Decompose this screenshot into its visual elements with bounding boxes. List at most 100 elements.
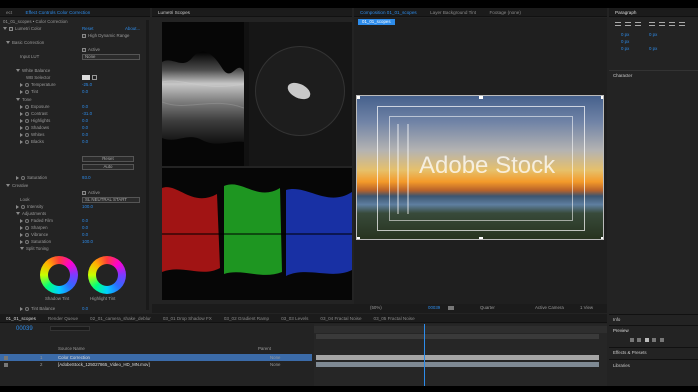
stopwatch-icon[interactable]: [25, 111, 29, 116]
tab-left-stub[interactable]: ect: [0, 8, 18, 16]
timeline-tab[interactable]: 03_01 Drop Shadow FX: [157, 314, 218, 322]
camera-snapshot-icon[interactable]: [448, 306, 454, 310]
expand-icon[interactable]: [20, 118, 23, 123]
stopwatch-icon[interactable]: [25, 139, 29, 144]
layer-parent[interactable]: None: [270, 361, 281, 368]
basic-correction-row[interactable]: Basic Correction: [6, 40, 44, 46]
layer-row[interactable]: 2 [AdobeStock_125027865_Video_HD_MN.mov] N…: [0, 361, 312, 368]
tone-item-value[interactable]: 0.0: [82, 132, 88, 138]
eye-icon[interactable]: [4, 356, 8, 360]
expand-icon[interactable]: [20, 232, 23, 237]
space-after-value[interactable]: 0 px: [649, 46, 657, 52]
expand-icon[interactable]: [20, 218, 23, 223]
stopwatch-icon[interactable]: [25, 306, 29, 311]
wb-color-swatch[interactable]: [82, 75, 90, 80]
temperature-value[interactable]: -25.0: [82, 82, 92, 88]
expand-icon[interactable]: [20, 247, 24, 251]
timeline-timecode[interactable]: 00039: [16, 325, 33, 333]
viewer-timecode[interactable]: 00039: [428, 305, 440, 311]
info-panel-title[interactable]: Info: [613, 317, 620, 323]
tint-value[interactable]: 0.0: [82, 89, 88, 95]
zoom-level[interactable]: (50%): [370, 305, 382, 311]
timeline-tab[interactable]: 03_04 Fractal Noise: [314, 314, 367, 322]
stopwatch-icon[interactable]: [21, 204, 25, 209]
layer-handle[interactable]: [357, 96, 360, 99]
indent-left-value[interactable]: 0 px: [621, 32, 629, 38]
intensity-value[interactable]: 100.0: [82, 204, 93, 210]
timeline-tab[interactable]: 03_02 Gradient Ramp: [218, 314, 275, 322]
justify-all-icon[interactable]: [679, 22, 685, 26]
adjustments-row[interactable]: Adjustments: [16, 211, 46, 217]
expand-icon[interactable]: [20, 225, 23, 230]
tab-paragraph[interactable]: Paragraph: [609, 8, 642, 16]
tone-auto-button[interactable]: Auto: [82, 164, 134, 170]
tone-item-value[interactable]: 0.0: [82, 104, 88, 110]
split-toning-row[interactable]: Split Toning: [20, 246, 49, 252]
eye-icon[interactable]: [4, 363, 8, 367]
stopwatch-icon[interactable]: [25, 218, 29, 223]
expand-icon[interactable]: [16, 98, 20, 102]
playhead[interactable]: [424, 324, 425, 386]
shadow-tint-wheel[interactable]: [40, 256, 78, 294]
align-center-icon[interactable]: [625, 22, 631, 26]
expand-icon[interactable]: [16, 69, 20, 73]
layer-handle[interactable]: [601, 237, 603, 239]
space-before-value[interactable]: 0 px: [621, 46, 629, 52]
tint-balance-value[interactable]: 0.0: [82, 306, 88, 312]
expand-icon[interactable]: [3, 27, 7, 31]
expand-icon[interactable]: [20, 125, 23, 130]
about-link[interactable]: About...: [125, 26, 140, 32]
expand-icon[interactable]: [6, 41, 10, 45]
tab-effect-controls[interactable]: Effect Controls Color Correction: [20, 8, 97, 16]
tone-item-value[interactable]: 0.0: [82, 125, 88, 131]
adjustment-item-value[interactable]: 0.0: [82, 225, 88, 231]
adjustment-item-value[interactable]: 0.0: [82, 232, 88, 238]
timeline-tab[interactable]: 02_01_camera_shake_deblur: [84, 314, 157, 322]
expand-icon[interactable]: [16, 204, 19, 209]
first-line-indent-value[interactable]: 0 px: [621, 39, 629, 45]
stopwatch-icon[interactable]: [25, 225, 29, 230]
expand-icon[interactable]: [20, 139, 23, 144]
stopwatch-icon[interactable]: [25, 104, 29, 109]
hdr-checkbox[interactable]: [82, 33, 86, 38]
first-frame-icon[interactable]: [630, 337, 634, 342]
layer-parent[interactable]: None: [270, 354, 281, 361]
tone-item-value[interactable]: 0.0: [82, 139, 88, 145]
justify-right-icon[interactable]: [669, 22, 675, 26]
timeline-tab[interactable]: 01_01_scopes: [0, 314, 42, 322]
preview-panel-title[interactable]: Preview: [613, 328, 629, 334]
tab-lumetri-scopes[interactable]: Lumetri Scopes: [152, 8, 196, 16]
expand-icon[interactable]: [20, 132, 23, 137]
input-lut-dropdown[interactable]: None: [82, 54, 140, 60]
layer-2-track[interactable]: [316, 362, 599, 367]
stopwatch-icon[interactable]: [25, 89, 29, 94]
composition-viewer[interactable]: Adobe Stock: [356, 95, 604, 240]
tone-item-value[interactable]: -31.0: [82, 111, 92, 117]
expand-icon[interactable]: [20, 82, 23, 87]
expand-icon[interactable]: [16, 212, 20, 216]
expand-icon[interactable]: [20, 306, 23, 311]
tab-composition[interactable]: Composition 01_01_scopes: [354, 8, 423, 16]
play-icon[interactable]: [644, 337, 649, 342]
layer-handle[interactable]: [357, 237, 360, 239]
camera-dropdown[interactable]: Active Camera: [535, 305, 564, 311]
creative-row[interactable]: Creative: [6, 183, 28, 189]
expand-icon[interactable]: [20, 239, 23, 244]
stopwatch-icon[interactable]: [25, 239, 29, 244]
stopwatch-icon[interactable]: [25, 82, 29, 87]
stopwatch-icon[interactable]: [25, 132, 29, 137]
expand-icon[interactable]: [6, 184, 10, 188]
time-ruler[interactable]: [314, 326, 607, 333]
expand-icon[interactable]: [20, 104, 23, 109]
timeline-tab[interactable]: 03_03 Levels: [275, 314, 314, 322]
saturation-value[interactable]: 93.0: [82, 175, 91, 181]
active-checkbox[interactable]: [82, 190, 86, 195]
fx-toggle-icon[interactable]: [9, 26, 13, 31]
expand-icon[interactable]: [20, 111, 23, 116]
timeline-tab[interactable]: Render Queue: [42, 314, 84, 322]
expand-icon[interactable]: [20, 89, 23, 94]
tone-row[interactable]: Tone: [16, 97, 32, 103]
prev-frame-icon[interactable]: [637, 337, 642, 342]
effects-presets-title[interactable]: Effects & Presets: [613, 350, 647, 356]
views-dropdown[interactable]: 1 View: [580, 305, 593, 311]
